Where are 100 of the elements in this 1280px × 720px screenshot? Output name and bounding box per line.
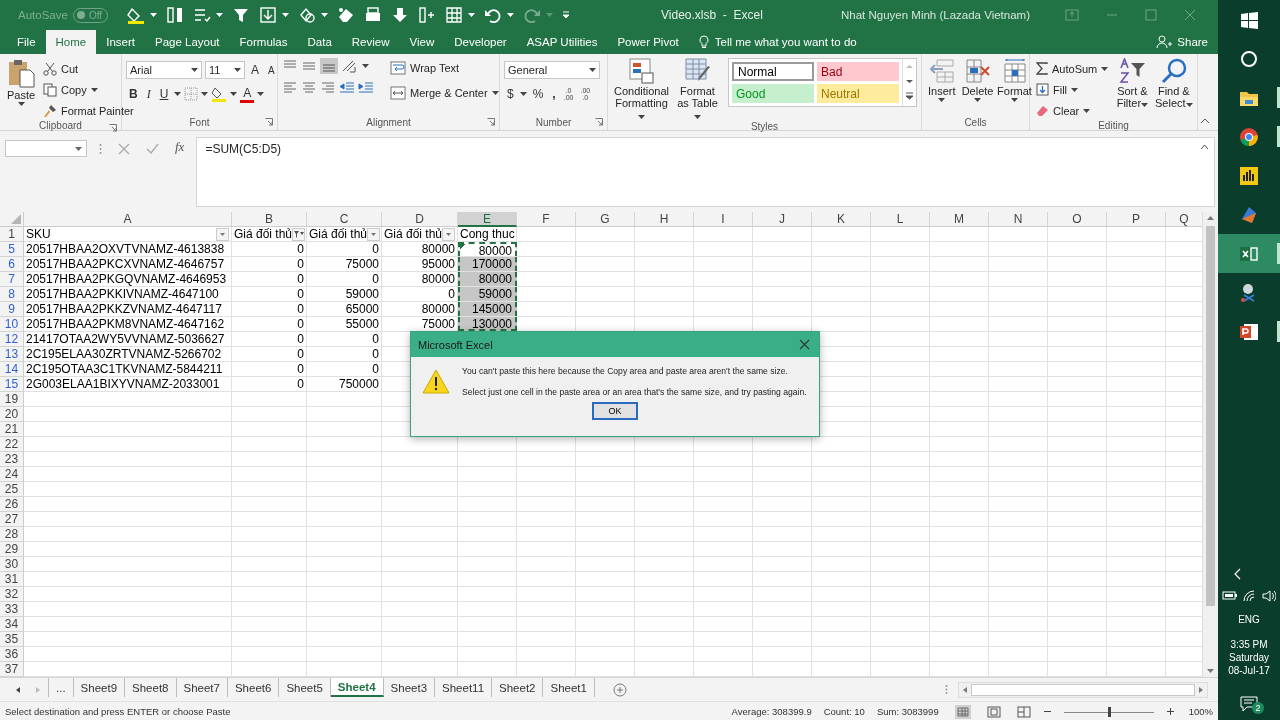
conditional-formatting-button[interactable]: Conditional Formatting <box>612 58 672 121</box>
increase-indent-icon[interactable] <box>358 80 374 94</box>
cell-style-swatch[interactable]: Normal <box>732 62 814 81</box>
sheet-tab[interactable]: Sheet1 <box>543 678 595 697</box>
filter-applied-icon[interactable] <box>292 227 306 241</box>
sheet-tab[interactable]: Sheet8 <box>125 678 177 697</box>
orientation-icon[interactable] <box>341 59 359 73</box>
more-sheets-button[interactable]: ... <box>48 678 74 697</box>
printer-icon[interactable] <box>364 6 383 24</box>
paste-button[interactable]: Paste <box>4 58 38 106</box>
chevron-icon[interactable] <box>1233 568 1243 580</box>
column-header[interactable]: A <box>24 212 232 227</box>
columns-icon[interactable] <box>166 6 185 24</box>
ribbon-tab[interactable]: Insert <box>96 30 145 54</box>
column-header[interactable]: F <box>517 212 576 227</box>
find-select-button[interactable]: Find & Select <box>1154 58 1193 109</box>
sheet-tab[interactable]: Sheet5 <box>279 678 331 697</box>
battery-icon[interactable] <box>1222 590 1239 600</box>
row-header[interactable]: 22 <box>0 437 24 452</box>
language-indicator[interactable]: ENG <box>1238 614 1260 625</box>
row-header[interactable]: 33 <box>0 602 24 617</box>
row-header[interactable]: 31 <box>0 572 24 587</box>
column-header[interactable]: Q <box>1166 212 1202 227</box>
percent-button[interactable]: % <box>529 85 547 103</box>
filter-icon[interactable] <box>232 6 251 24</box>
collapse-icon[interactable] <box>1200 144 1209 150</box>
row-header[interactable]: 23 <box>0 452 24 467</box>
shapes-icon[interactable] <box>298 6 317 24</box>
volume-icon[interactable] <box>1261 590 1276 602</box>
scrollbar-thumb[interactable] <box>971 683 1195 696</box>
row-header[interactable]: 35 <box>0 632 24 647</box>
column-header[interactable]: I <box>694 212 753 227</box>
row-header[interactable]: 9 <box>0 302 24 317</box>
zoom-slider[interactable] <box>1063 705 1154 718</box>
redo-icon[interactable] <box>523 6 542 24</box>
font-size-field[interactable]: 11 <box>205 61 245 79</box>
font-name-field[interactable]: Arial <box>126 61 202 79</box>
cell-style-swatch[interactable]: Neutral <box>817 84 899 103</box>
underline-button[interactable]: U <box>156 85 172 103</box>
clear-button[interactable]: Clear <box>1034 101 1093 120</box>
italic-button[interactable]: I <box>143 85 154 103</box>
ribbon-tab[interactable]: View <box>399 30 445 54</box>
column-header[interactable]: J <box>753 212 812 227</box>
row-header[interactable]: 21 <box>0 422 24 437</box>
column-header[interactable]: E <box>458 212 517 227</box>
column-header[interactable]: N <box>989 212 1048 227</box>
customize-icon[interactable] <box>562 11 571 19</box>
sheet-tab[interactable]: Sheet4 <box>330 678 384 697</box>
wifi-icon[interactable] <box>1243 590 1257 602</box>
normal-view-icon[interactable] <box>954 704 971 719</box>
sheet-tab[interactable]: Sheet11 <box>435 678 493 697</box>
format-painter-button[interactable]: Format Painter <box>41 101 136 120</box>
row-header[interactable]: 32 <box>0 587 24 602</box>
cells-button[interactable]: Format <box>997 58 1032 102</box>
sheet-tab[interactable]: Sheet9 <box>73 678 126 697</box>
ribbon-tab[interactable]: ASAP Utilities <box>516 30 608 54</box>
comma-button[interactable]: , <box>549 85 559 103</box>
row-header[interactable]: 37 <box>0 662 24 677</box>
row-header[interactable]: 12 <box>0 332 24 347</box>
ribbon-tab[interactable]: Formulas <box>229 30 298 54</box>
column-header[interactable]: G <box>576 212 635 227</box>
tell-me-button[interactable]: Tell me what you want to do <box>692 30 863 54</box>
filter-dropdown-icon[interactable] <box>367 227 381 241</box>
row-header[interactable]: 27 <box>0 512 24 527</box>
zoom-level[interactable]: 100% <box>1188 706 1213 717</box>
currency-button[interactable]: $ <box>504 85 517 103</box>
sheet-tab[interactable]: Sheet6 <box>227 678 280 697</box>
formula-field[interactable]: =SUM(C5:D5) <box>196 137 1215 207</box>
ribbon-tab[interactable]: Power Pivot <box>607 30 689 54</box>
copy-button[interactable]: Copy <box>41 80 100 99</box>
close-icon[interactable] <box>799 339 810 350</box>
check-icon[interactable] <box>146 143 159 155</box>
column-header[interactable]: O <box>1048 212 1107 227</box>
down-arrow-icon[interactable] <box>391 6 410 24</box>
sheet-tab[interactable]: Sheet3 <box>383 678 436 697</box>
row-header[interactable]: 13 <box>0 347 24 362</box>
fill-bucket-icon[interactable] <box>127 6 146 24</box>
page-break-icon[interactable] <box>1016 705 1031 718</box>
undo-icon[interactable] <box>484 6 503 24</box>
page-layout-icon[interactable] <box>986 705 1001 718</box>
column-header[interactable]: H <box>635 212 694 227</box>
row-header[interactable]: 5 <box>0 242 24 257</box>
row-header[interactable]: 28 <box>0 527 24 542</box>
row-header[interactable]: 26 <box>0 497 24 512</box>
dialog-launcher-icon[interactable] <box>487 118 495 126</box>
column-header[interactable]: K <box>812 212 871 227</box>
format-as-table-button[interactable]: Format as Table <box>674 58 721 121</box>
column-header[interactable]: D <box>382 212 458 227</box>
row-header[interactable]: 29 <box>0 542 24 557</box>
notification-icon[interactable] <box>1240 696 1258 712</box>
column-header[interactable]: C <box>307 212 382 227</box>
row-header[interactable]: 30 <box>0 557 24 572</box>
checklist-icon[interactable] <box>193 6 212 24</box>
fill-button[interactable]: Fill <box>1034 80 1081 99</box>
row-header[interactable]: 7 <box>0 272 24 287</box>
scrollbar-thumb[interactable] <box>1206 226 1215 606</box>
rows-icon[interactable] <box>418 6 437 24</box>
download-icon[interactable] <box>259 6 278 24</box>
column-header[interactable]: B <box>232 212 307 227</box>
row-header[interactable]: 25 <box>0 482 24 497</box>
